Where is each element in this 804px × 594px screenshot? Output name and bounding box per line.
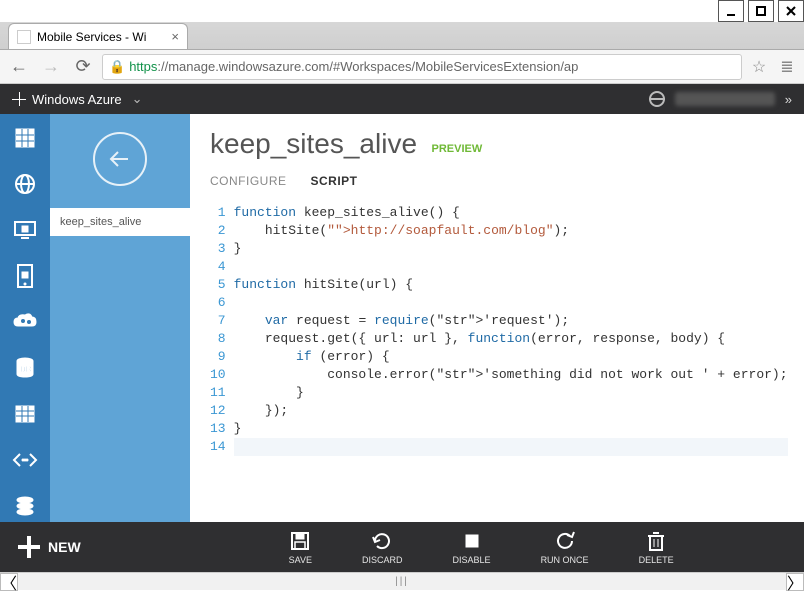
scroll-grip-icon[interactable]: |||: [395, 576, 409, 587]
sub-rail: keep_sites_alive: [50, 114, 190, 522]
left-rail: DB: [0, 114, 50, 522]
arrow-left-icon: [106, 145, 134, 173]
tab-script[interactable]: SCRIPT: [311, 174, 358, 188]
back-circle-button[interactable]: [93, 132, 147, 186]
disable-button[interactable]: DISABLE: [453, 530, 491, 565]
tab-title: Mobile Services - Wi: [37, 30, 146, 44]
tab-favicon: [17, 30, 31, 44]
save-icon: [289, 530, 311, 552]
browser-menu-button[interactable]: ≣: [776, 56, 798, 78]
lock-icon: 🔒: [109, 59, 125, 75]
rail-db-icon[interactable]: DB: [9, 352, 41, 384]
new-button-label: NEW: [48, 539, 81, 555]
run-once-button[interactable]: RUN ONCE: [541, 530, 589, 565]
code-content[interactable]: function keep_sites_alive() { hitSite(""…: [234, 204, 788, 456]
windows-logo-icon: [12, 92, 26, 106]
rail-cloud-gear-icon[interactable]: [9, 306, 41, 338]
rail-mobile-icon[interactable]: [9, 260, 41, 292]
delete-icon: [646, 530, 666, 552]
svg-text:DB: DB: [20, 365, 32, 374]
reload-button[interactable]: ⟳: [70, 54, 96, 80]
rail-stack-icon[interactable]: [9, 490, 41, 522]
save-button[interactable]: SAVE: [289, 530, 312, 565]
scroll-left-button[interactable]: 〈: [0, 573, 18, 591]
sidebar-item-label: keep_sites_alive: [60, 216, 141, 228]
code-editor[interactable]: 1234567891011121314 function keep_sites_…: [210, 204, 784, 456]
page-title: keep_sites_alive: [210, 128, 417, 159]
discard-icon: [371, 530, 393, 552]
tab-configure[interactable]: CONFIGURE: [210, 174, 287, 188]
address-bar[interactable]: 🔒 https ://manage.windowsazure.com/#Work…: [102, 54, 742, 80]
preview-badge: PREVIEW: [431, 143, 482, 155]
back-button[interactable]: ←: [6, 54, 32, 80]
sidebar-item-keep-sites-alive[interactable]: keep_sites_alive: [50, 208, 190, 236]
rail-code-icon[interactable]: [9, 444, 41, 476]
delete-button[interactable]: DELETE: [639, 530, 674, 565]
window-maximize-button[interactable]: [748, 0, 774, 22]
new-button[interactable]: NEW: [18, 536, 81, 558]
plus-icon: [18, 536, 40, 558]
browser-tab[interactable]: Mobile Services - Wi ×: [8, 23, 188, 49]
browser-tab-strip: Mobile Services - Wi ×: [0, 22, 804, 50]
azure-brand[interactable]: Windows Azure: [12, 92, 122, 107]
tab-close-button[interactable]: ×: [171, 29, 179, 44]
url-scheme: https: [129, 59, 157, 74]
rail-grid-icon[interactable]: [9, 122, 41, 154]
expand-pane-icon[interactable]: »: [785, 92, 792, 107]
globe-icon[interactable]: [649, 91, 665, 107]
account-label[interactable]: [675, 92, 775, 106]
rail-globe-icon[interactable]: [9, 168, 41, 200]
forward-button[interactable]: →: [38, 54, 64, 80]
rail-table-icon[interactable]: [9, 398, 41, 430]
run-icon: [554, 530, 576, 552]
horizontal-scrollbar[interactable]: 〈 ||| 〉: [0, 572, 804, 590]
window-minimize-button[interactable]: [718, 0, 744, 22]
disable-icon: [461, 530, 483, 552]
url-rest: ://manage.windowsazure.com/#Workspaces/M…: [157, 59, 578, 74]
window-close-button[interactable]: [778, 0, 804, 22]
scroll-right-button[interactable]: 〉: [786, 573, 804, 591]
bookmark-star-icon[interactable]: ☆: [748, 56, 770, 78]
brand-chevron-down-icon[interactable]: ⌄: [132, 91, 143, 107]
rail-monitor-icon[interactable]: [9, 214, 41, 246]
discard-button[interactable]: DISCARD: [362, 530, 403, 565]
line-number-gutter: 1234567891011121314: [210, 204, 234, 456]
brand-text: Windows Azure: [32, 92, 122, 107]
